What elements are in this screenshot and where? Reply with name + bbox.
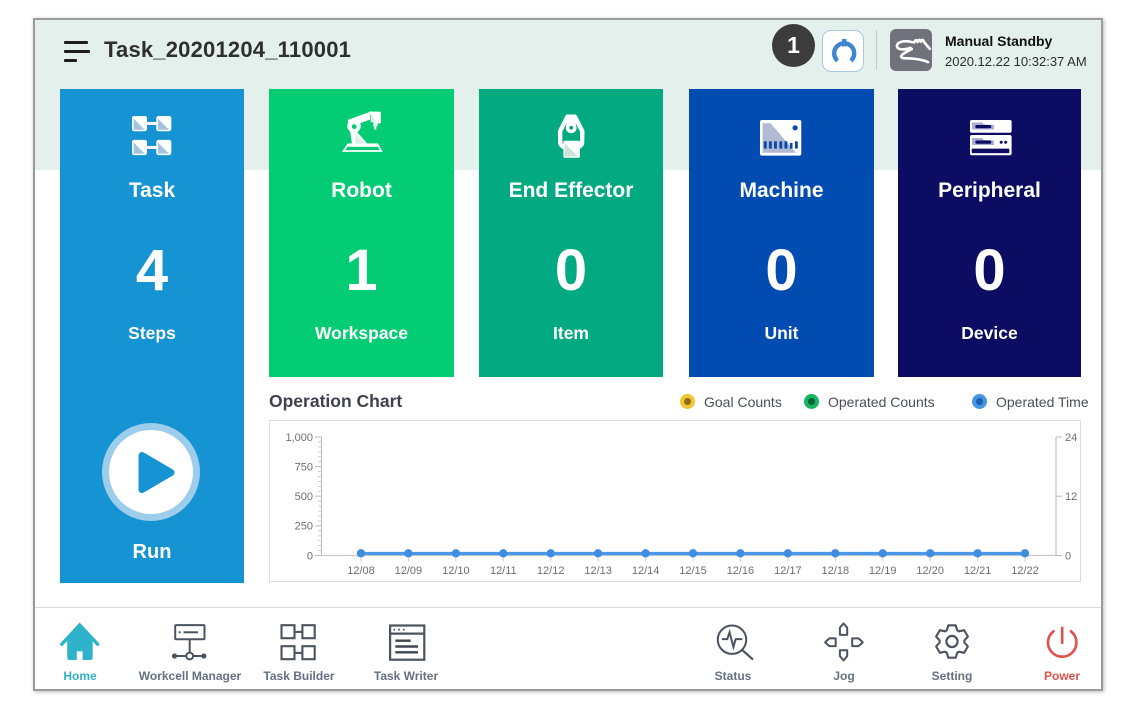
- svg-text:12/11: 12/11: [490, 565, 517, 577]
- svg-text:12/19: 12/19: [869, 565, 897, 577]
- svg-text:12/18: 12/18: [822, 565, 850, 577]
- svg-text:12/12: 12/12: [537, 565, 565, 577]
- svg-text:12/14: 12/14: [632, 565, 660, 577]
- svg-text:12/20: 12/20: [916, 565, 944, 577]
- svg-text:500: 500: [295, 491, 313, 503]
- svg-text:12/22: 12/22: [1011, 565, 1039, 577]
- svg-text:0: 0: [307, 550, 313, 562]
- svg-text:12/09: 12/09: [395, 565, 423, 577]
- svg-text:12: 12: [1065, 491, 1077, 503]
- svg-text:1,000: 1,000: [285, 432, 313, 444]
- svg-text:12/13: 12/13: [584, 565, 612, 577]
- svg-text:12/16: 12/16: [727, 565, 755, 577]
- svg-text:0: 0: [1065, 550, 1071, 562]
- svg-text:12/08: 12/08: [347, 565, 375, 577]
- svg-text:24: 24: [1065, 432, 1077, 444]
- svg-text:750: 750: [295, 461, 313, 473]
- svg-text:12/10: 12/10: [442, 565, 470, 577]
- svg-text:12/21: 12/21: [964, 565, 992, 577]
- svg-text:12/17: 12/17: [774, 565, 802, 577]
- svg-text:250: 250: [295, 521, 313, 533]
- svg-text:12/15: 12/15: [679, 565, 707, 577]
